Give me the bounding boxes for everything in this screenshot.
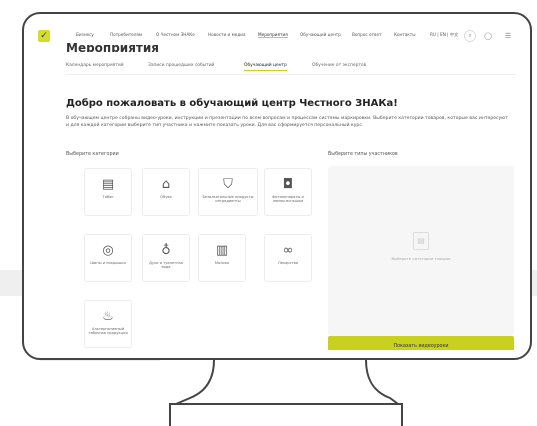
welcome-title: Добро пожаловать в обучающий центр Честн… (66, 98, 398, 109)
nav-item-business[interactable]: Бизнесу (76, 32, 94, 37)
tabs: Календарь мероприятий Записи прошедших с… (66, 60, 516, 75)
document-icon: ▤ (413, 232, 429, 250)
user-icon[interactable]: ◯ (482, 30, 494, 42)
tab-recordings[interactable]: Записи прошедших событий (148, 63, 214, 68)
category-card-shoes[interactable]: ⌂ Обувь (142, 168, 190, 216)
category-card-tires[interactable]: ◎ Шины и покрышки (84, 234, 132, 282)
alt-tobacco-icon: ♨ (102, 309, 114, 324)
camera-icon: ◘ (282, 177, 294, 192)
panel-hint: Выберите категории товаров (391, 256, 451, 261)
nav-item-about[interactable]: О Честном ЗНАКе (156, 32, 195, 37)
participants-label: Выберите типы участников (328, 152, 398, 157)
nav-item-learning[interactable]: Обучающий центр (300, 32, 341, 37)
category-card-medicine[interactable]: ∞ Лекарства (264, 234, 312, 282)
medicine-icon: ∞ (282, 243, 294, 258)
nav-item-contacts[interactable]: Контакты (394, 32, 416, 37)
milk-icon: ▥ (215, 243, 229, 258)
nav-item-events[interactable]: Мероприятия (258, 32, 288, 38)
nav-item-news[interactable]: Новости и медиа (208, 32, 246, 37)
category-card-milk[interactable]: ▥ Молоко (198, 234, 246, 282)
clothing-icon: ⛉ (223, 177, 233, 192)
tire-icon: ◎ (102, 243, 114, 258)
category-card-perfume[interactable]: ♁ Духи и туалетная вода (142, 234, 190, 282)
nav-item-consumers[interactable]: Потребителям (110, 32, 142, 37)
tobacco-icon: ▤ (101, 177, 115, 192)
logo-icon[interactable]: ✓ (38, 30, 50, 42)
show-video-lessons-button[interactable]: Показать видеоуроки (328, 336, 514, 350)
page-title: Мероприятия (66, 42, 159, 52)
tab-learning-center[interactable]: Обучающий центр (244, 63, 287, 71)
language-switch[interactable]: RU | EN | 中文 (430, 32, 458, 38)
description-text: В обучающем центре собраны видео-уроки, … (66, 116, 508, 128)
menu-icon[interactable]: ☰ (502, 30, 514, 42)
tab-experts[interactable]: Обучение от экспертов (312, 63, 366, 68)
nav-item-faq[interactable]: Вопрос ответ (352, 32, 382, 37)
categories-label: Выберите категории (66, 152, 119, 157)
shoe-icon: ⌂ (161, 177, 171, 192)
participants-panel: ▤ Выберите категории товаров (328, 166, 514, 336)
category-card-tobacco[interactable]: ▤ Табак (84, 168, 132, 216)
monitor-frame: ✓ Бизнесу Потребителям О Честном ЗНАКе Н… (22, 12, 532, 360)
screen: ✓ Бизнесу Потребителям О Честном ЗНАКе Н… (32, 24, 522, 350)
perfume-icon: ♁ (161, 243, 171, 258)
search-icon[interactable]: ⌕ (464, 30, 476, 42)
tab-calendar[interactable]: Календарь мероприятий (66, 63, 124, 68)
category-card-clothing[interactable]: ⛉ Безалкогольные продукты ингредиенты (198, 168, 258, 216)
category-card-cameras[interactable]: ◘ Фотоаппараты и лампы-вспышки (264, 168, 312, 216)
category-card-alt-tobacco[interactable]: ♨ Альтернативный табачная продукция (84, 300, 132, 348)
